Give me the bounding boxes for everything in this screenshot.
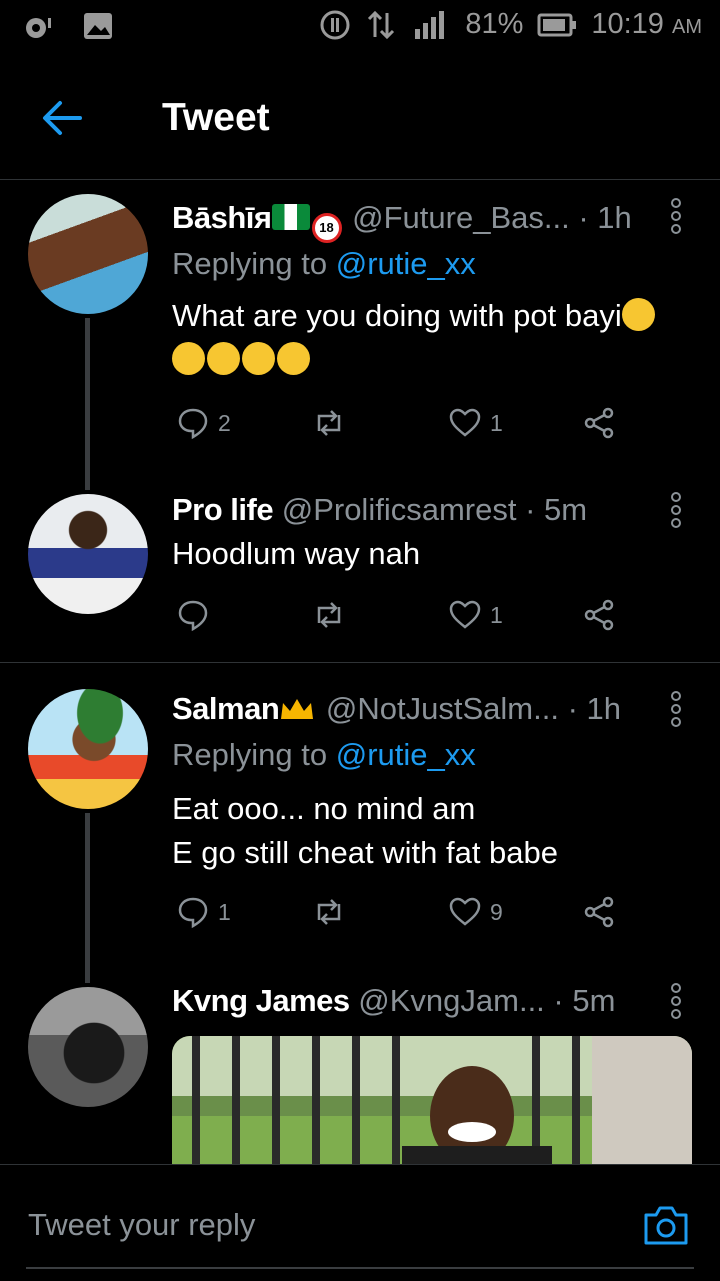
more-vertical-icon[interactable]: [670, 691, 682, 727]
tweet-header: Kvng James @KvngJam... · 5m: [172, 983, 616, 1018]
heart-icon: [449, 408, 481, 437]
tweet-time: 5m: [572, 983, 616, 1018]
author-handle[interactable]: @Prolificsamrest: [282, 492, 517, 527]
speech-bubble-icon: [178, 408, 208, 440]
thread-line: [85, 813, 90, 983]
rolling-laughing-emoji: [207, 342, 240, 375]
avatar[interactable]: [28, 494, 148, 614]
tweet-time: 1h: [597, 200, 632, 235]
share-icon: [584, 896, 614, 928]
share-icon: [584, 407, 614, 439]
tweet-time: 1h: [586, 691, 621, 726]
tweet-media-image[interactable]: [172, 1036, 692, 1166]
tweet-item[interactable]: Pro life @Prolificsamrest · 5m Hoodlum w…: [0, 490, 720, 662]
retweet-icon: [317, 410, 341, 436]
tweet-text: Hoodlum way nah: [172, 536, 421, 571]
heart-icon: [449, 897, 481, 926]
data-transfer-icon: [368, 10, 395, 39]
tweet-actions: 1: [172, 598, 642, 642]
retweet-icon: [317, 899, 341, 925]
tweet-header: Pro life @Prolificsamrest · 5m: [172, 492, 588, 527]
more-vertical-icon[interactable]: [670, 198, 682, 234]
speech-bubble-icon: [178, 600, 208, 632]
author-name[interactable]: Bāshīя: [172, 200, 272, 235]
retweet-button[interactable]: [312, 598, 354, 632]
reply-input-underline: [26, 1267, 694, 1269]
speech-bubble-icon: [178, 897, 208, 929]
heart-icon: [449, 600, 481, 629]
like-button[interactable]: 1: [448, 598, 503, 632]
tweet-actions: 2 1: [172, 406, 642, 450]
like-button[interactable]: 1: [448, 406, 503, 440]
share-button[interactable]: [582, 598, 616, 632]
avatar[interactable]: [28, 194, 148, 314]
retweet-button[interactable]: [312, 406, 354, 440]
tweet-header: Salman @NotJustSalm... · 1h: [172, 691, 621, 726]
reply-button[interactable]: 1: [176, 895, 231, 929]
page-title: Tweet: [162, 96, 270, 139]
author-name[interactable]: Pro life: [172, 492, 274, 527]
crown-emoji: [281, 699, 314, 719]
reply-button[interactable]: [176, 598, 218, 632]
mention-link[interactable]: @rutie_xx: [336, 737, 476, 772]
camera-icon[interactable]: [642, 1203, 690, 1247]
more-vertical-icon[interactable]: [670, 492, 682, 528]
author-handle[interactable]: @KvngJam...: [358, 983, 545, 1018]
author-handle[interactable]: @NotJustSalm...: [326, 691, 559, 726]
retweet-button[interactable]: [312, 895, 354, 929]
reply-composer: Tweet your reply: [0, 1164, 720, 1281]
nigeria-flag-emoji: [271, 204, 310, 230]
reply-button[interactable]: 2: [176, 406, 231, 440]
author-handle[interactable]: @Future_Bas...: [352, 200, 570, 235]
rolling-laughing-emoji: [621, 298, 655, 331]
retweet-icon: [317, 602, 341, 628]
status-bar: 81% 10:19 AM: [0, 0, 720, 56]
like-button[interactable]: 9: [448, 895, 503, 929]
battery-icon: [537, 13, 577, 36]
gallery-icon: [84, 13, 112, 39]
app-header: Tweet: [0, 56, 720, 180]
notification-icon: [26, 18, 51, 38]
replying-to: Replying to @rutie_xx: [172, 246, 476, 281]
laughing-emoji: [172, 342, 205, 375]
share-button[interactable]: [582, 895, 616, 929]
signal-icon: [415, 10, 445, 39]
battery-percent: 81%: [465, 8, 524, 40]
data-saver-icon: [320, 10, 350, 39]
share-button[interactable]: [582, 406, 616, 440]
thread-line: [85, 318, 90, 490]
clock: 10:19 AM: [591, 8, 702, 40]
tweet-text: Eat ooo... no mind am E go still cheat w…: [172, 791, 559, 870]
tweet-time: 5m: [544, 492, 588, 527]
author-name[interactable]: Salman: [172, 691, 280, 726]
no-under-18-emoji: 18: [311, 213, 342, 243]
more-vertical-icon[interactable]: [670, 983, 682, 1019]
replying-to: Replying to @rutie_xx: [172, 737, 476, 772]
tweet-text: What are you doing with pot bayi: [172, 294, 690, 382]
author-name[interactable]: Kvng James: [172, 983, 350, 1018]
reply-input[interactable]: Tweet your reply: [28, 1207, 255, 1243]
avatar[interactable]: [28, 689, 148, 809]
arrow-left-icon[interactable]: [40, 98, 84, 138]
rolling-laughing-emoji: [277, 342, 310, 375]
media-photo: [172, 1036, 692, 1166]
mention-link[interactable]: @rutie_xx: [336, 246, 476, 281]
share-icon: [584, 599, 614, 631]
tweet-item[interactable]: Bāshīя 18 @Future_Bas... · 1h Replying to…: [0, 180, 720, 490]
tweet-item[interactable]: Salman @NotJustSalm... · 1h Replying to …: [0, 663, 720, 983]
tweet-actions: 1 9: [172, 895, 642, 939]
rolling-laughing-emoji: [242, 342, 275, 375]
tweet-header: Bāshīя 18 @Future_Bas... · 1h: [172, 200, 640, 243]
avatar[interactable]: [28, 987, 148, 1107]
